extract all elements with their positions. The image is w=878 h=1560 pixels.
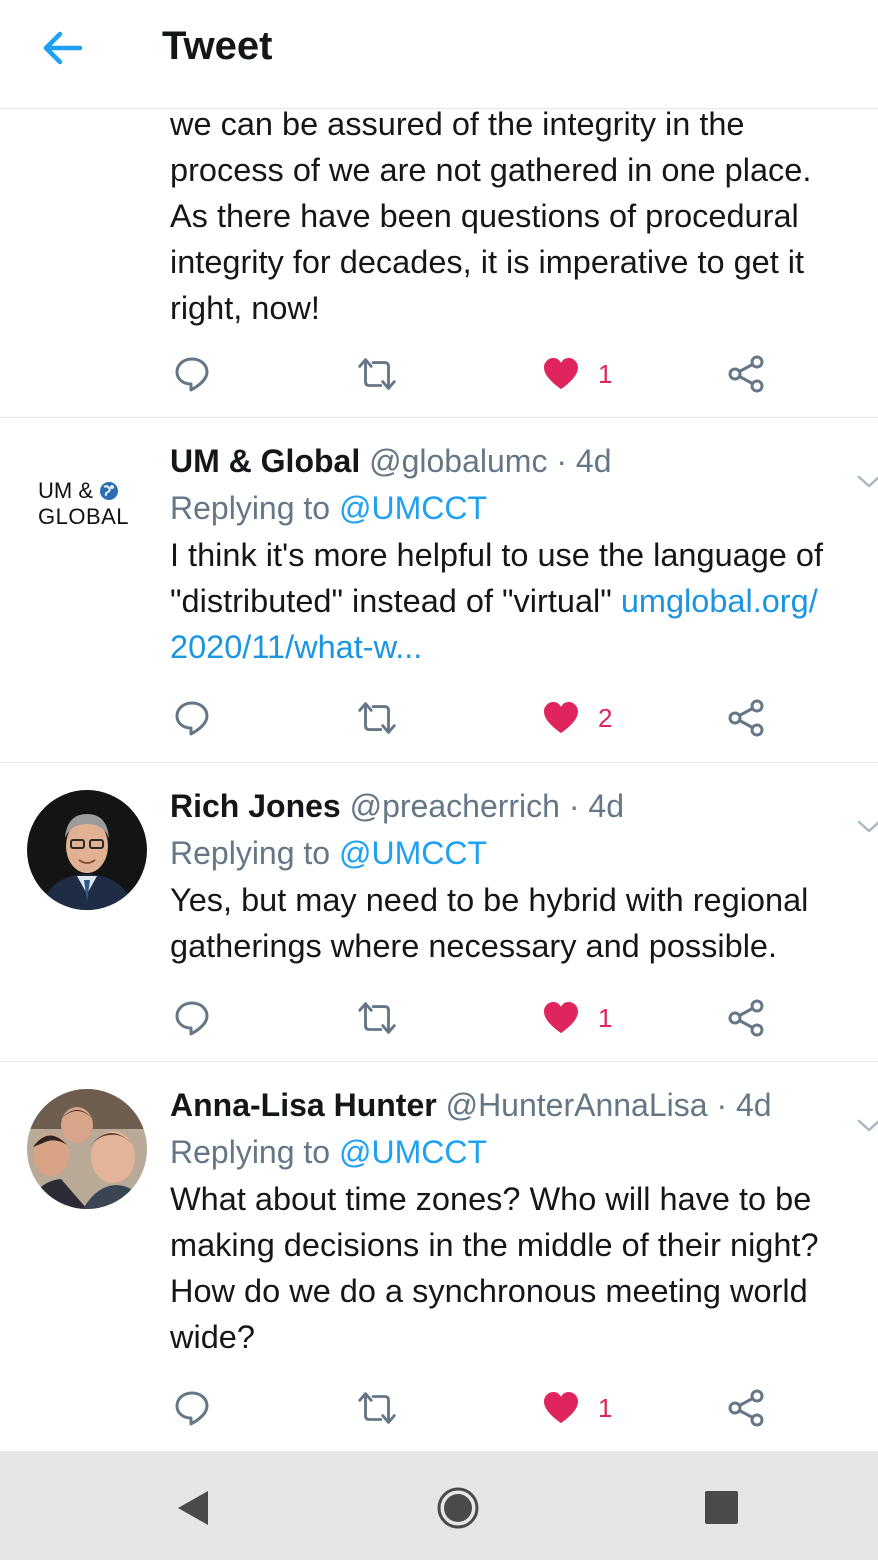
nav-home-icon [437,1487,479,1529]
share-button[interactable] [726,996,766,1040]
share-icon [726,354,766,394]
tweet-actions: 1 [170,996,790,1040]
like-button[interactable]: 1 [542,996,612,1040]
replying-handle[interactable]: @UMCCT [339,490,487,526]
app-header: Tweet [0,0,878,109]
author-name[interactable]: Rich Jones [170,788,341,824]
tweet-header: Anna-Lisa Hunter @HunterAnnaLisa · 4d [170,1082,878,1128]
nav-back-button[interactable] [168,1483,218,1533]
tweet-reply[interactable]: Rich Jones @preacherrich · 4d Replying t… [0,763,878,1062]
replying-handle[interactable]: @UMCCT [339,835,487,871]
share-icon [726,998,766,1038]
retweet-button[interactable] [354,352,400,396]
like-count: 1 [598,1392,613,1423]
like-button[interactable]: 2 [542,696,612,740]
tweet-actions: 2 [170,696,790,740]
nav-recents-icon [705,1491,738,1524]
chevron-down-icon[interactable] [856,1116,878,1136]
retweet-button[interactable] [354,996,400,1040]
heart-icon [542,1391,580,1425]
tweet-text: I think it's more helpful to use the lan… [170,532,878,670]
tweet-actions: 1 [170,352,790,396]
chevron-down-icon[interactable] [856,817,878,837]
replying-prefix: Replying to [170,1134,331,1170]
author-name[interactable]: Anna-Lisa Hunter [170,1087,437,1123]
replying-to: Replying to @UMCCT [170,829,878,877]
reply-button[interactable] [172,996,212,1040]
reply-icon [172,998,212,1038]
like-count: 1 [598,358,613,389]
avatar[interactable] [27,1089,147,1209]
retweet-button[interactable] [354,1386,400,1430]
avatar-logo-line2: GLOBAL [38,504,130,529]
reply-button[interactable] [172,696,212,740]
retweet-icon [354,998,400,1038]
arrow-left-icon[interactable] [38,26,86,70]
replying-to: Replying to @UMCCT [170,1128,878,1176]
replying-prefix: Replying to [170,835,331,871]
like-button[interactable]: 1 [542,1386,612,1430]
nav-back-icon [178,1491,208,1525]
tweet-reply[interactable]: UM & GLOBAL UM & Global @globalumc · 4d … [0,418,878,763]
tweet-actions: 1 [170,1386,790,1430]
like-count: 1 [598,1002,613,1033]
reply-icon [172,1388,212,1428]
replying-prefix: Replying to [170,490,331,526]
back-button[interactable] [38,26,86,70]
retweet-icon [354,1388,400,1428]
reply-button[interactable] [172,1386,212,1430]
replying-to: Replying to @UMCCT [170,484,878,532]
retweet-icon [354,698,400,738]
share-icon [726,1388,766,1428]
like-count: 2 [598,702,613,733]
tweet-header: Rich Jones @preacherrich · 4d [170,783,878,829]
avatar[interactable]: UM & GLOBAL [38,478,138,538]
retweet-button[interactable] [354,696,400,740]
share-button[interactable] [726,696,766,740]
avatar-photo [27,1089,147,1209]
heart-icon [542,701,580,735]
share-button[interactable] [726,352,766,396]
reply-button[interactable] [172,352,212,396]
globe-icon [100,482,119,500]
share-icon [726,698,766,738]
page-title: Tweet [162,24,273,68]
chevron-down-icon[interactable] [856,472,878,492]
tweet-time: · 4d [556,443,612,479]
tweet-header: UM & Global @globalumc · 4d [170,438,878,484]
system-navigation-bar [0,1451,878,1560]
like-button[interactable]: 1 [542,352,612,396]
heart-icon [542,357,580,391]
author-name[interactable]: UM & Global [170,443,360,479]
author-handle[interactable]: @preacherrich [350,788,560,824]
nav-recents-button[interactable] [696,1483,746,1533]
tweet-time: · 4d [716,1087,772,1123]
tweet-text: we can be assured of the integrity in th… [170,106,812,326]
avatar[interactable] [27,790,147,910]
share-button[interactable] [726,1386,766,1430]
author-handle[interactable]: @HunterAnnaLisa [446,1087,708,1123]
replying-handle[interactable]: @UMCCT [339,1134,487,1170]
tweet-time: · 4d [568,788,624,824]
tweet-reply[interactable]: Anna-Lisa Hunter @HunterAnnaLisa · 4d Re… [0,1062,878,1450]
reply-icon [172,354,212,394]
avatar-logo-line1: UM & [38,478,93,503]
reply-icon [172,698,212,738]
nav-home-button[interactable] [433,1483,483,1533]
tweet-text: Yes, but may need to be hybrid with regi… [170,882,809,964]
tweet-text: What about time zones? Who will have to … [170,1181,819,1355]
heart-icon [542,1001,580,1035]
author-handle[interactable]: @globalumc [369,443,547,479]
avatar-photo [27,790,147,910]
retweet-icon [354,354,400,394]
